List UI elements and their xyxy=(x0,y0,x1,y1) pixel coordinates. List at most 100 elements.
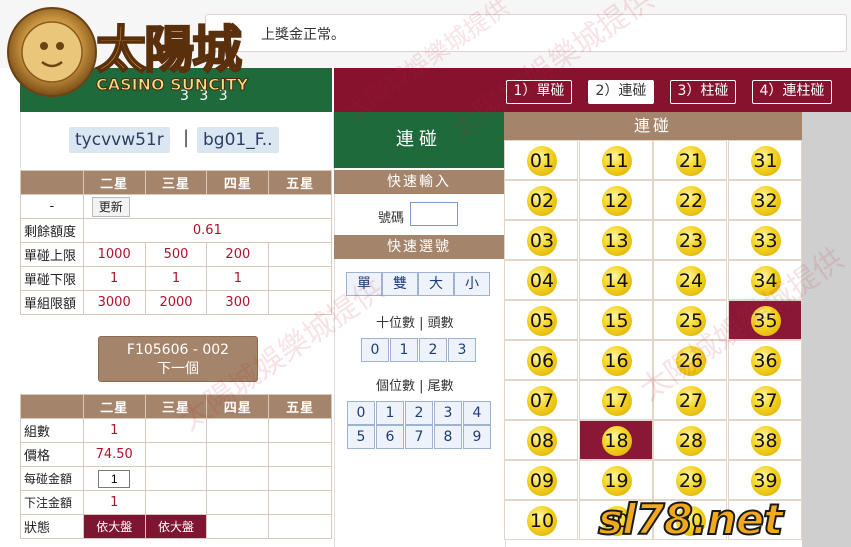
number-ball: 17 xyxy=(601,386,632,416)
next-button-label: 下一個 xyxy=(157,361,199,377)
tens-button-3[interactable]: 3 xyxy=(448,338,476,362)
units-button-4[interactable]: 4 xyxy=(463,401,491,425)
tab-connected-column[interactable]: 4）連柱碰 xyxy=(752,80,832,104)
number-cell[interactable]: 01 xyxy=(504,140,578,180)
number-cell[interactable]: 35 xyxy=(727,300,802,340)
number-grid: 01 02 03 04 05 06 07 08 09 10 11 12 13 14 15 16 17 18 19 20… xyxy=(504,140,802,547)
number-cell[interactable]: 28 xyxy=(653,420,727,460)
cell: 3000 xyxy=(82,290,146,315)
table-row: 單碰上限 1000 500 200 xyxy=(20,242,332,267)
number-cell[interactable]: 05 xyxy=(504,300,578,340)
number-cell[interactable]: 13 xyxy=(578,220,653,260)
number-ball: 01 xyxy=(527,146,557,176)
number-ball: 16 xyxy=(601,346,632,376)
units-button-2[interactable]: 2 xyxy=(405,401,433,425)
number-ball: 05 xyxy=(527,306,557,336)
next-button[interactable]: F105606 - 002 下一個 xyxy=(98,336,258,382)
col-two-star: 二星 xyxy=(82,170,146,195)
number-cell[interactable]: 16 xyxy=(578,340,653,380)
number-cell[interactable]: 29 xyxy=(653,460,727,500)
number-cell[interactable]: 09 xyxy=(504,460,578,500)
number-cell[interactable]: 37 xyxy=(727,380,802,420)
units-button-7[interactable]: 7 xyxy=(405,425,433,449)
logo-text-en: CASINO SUNCITY xyxy=(95,75,249,95)
col-three-star: 三星 xyxy=(144,394,208,419)
limits-table: 二星 三星 四星 五星 - 更新 剩餘額度 0.61 單碰上限 1000 500… xyxy=(20,170,333,315)
number-cell[interactable]: 07 xyxy=(504,380,578,420)
status-badge: 依大盤 xyxy=(144,514,208,539)
quick-select-bar: 快速選號 xyxy=(334,235,504,259)
number-cell[interactable]: 08 xyxy=(504,420,578,460)
number-cell[interactable]: 31 xyxy=(727,140,802,180)
refresh-button[interactable]: 更新 xyxy=(91,196,130,217)
number-cell[interactable]: 23 xyxy=(653,220,727,260)
units-button-8[interactable]: 8 xyxy=(434,425,462,449)
number-cell[interactable]: 32 xyxy=(727,180,802,220)
big-button[interactable]: 大 xyxy=(418,272,454,296)
number-cell[interactable]: 14 xyxy=(578,260,653,300)
price-value: 74.50 xyxy=(82,442,146,467)
number-cell[interactable]: 36 xyxy=(727,340,802,380)
play-type-header: 1）單碰 2）連碰 3）柱碰 4）連柱碰 xyxy=(334,68,851,112)
number-cell[interactable]: 04 xyxy=(504,260,578,300)
cell: 2000 xyxy=(144,290,208,315)
number-cell[interactable]: 22 xyxy=(653,180,727,220)
units-button-9[interactable]: 9 xyxy=(463,425,491,449)
number-cell[interactable]: 15 xyxy=(578,300,653,340)
number-cell[interactable]: 02 xyxy=(504,180,578,220)
small-button[interactable]: 小 xyxy=(454,272,490,296)
units-button-6[interactable]: 6 xyxy=(376,425,404,449)
cell: 500 xyxy=(144,242,208,267)
number-ball: 23 xyxy=(676,226,706,256)
number-cell[interactable]: 38 xyxy=(727,420,802,460)
number-cell[interactable]: 26 xyxy=(653,340,727,380)
number-ball: 02 xyxy=(527,186,557,216)
units-button-1[interactable]: 1 xyxy=(376,401,404,425)
number-ball: 25 xyxy=(676,306,706,336)
number-ball: 34 xyxy=(750,266,781,296)
total-value: 1 xyxy=(82,490,146,515)
number-ball: 22 xyxy=(676,186,706,216)
bet-table: 二星 三星 四星 五星 組數 1 價格 74.50 每碰金額 下注金額 1 狀態… xyxy=(20,394,332,539)
number-cell[interactable]: 27 xyxy=(653,380,727,420)
odd-button[interactable]: 單 xyxy=(346,272,382,296)
number-ball: 21 xyxy=(676,146,706,176)
number-cell[interactable]: 24 xyxy=(653,260,727,300)
number-ball: 31 xyxy=(750,146,781,176)
number-cell[interactable]: 33 xyxy=(727,220,802,260)
number-cell[interactable]: 39 xyxy=(727,460,802,500)
cell: 1 xyxy=(82,266,146,291)
tab-single[interactable]: 1）單碰 xyxy=(506,80,572,104)
cell xyxy=(268,242,332,267)
tab-column[interactable]: 3）柱碰 xyxy=(670,80,736,104)
number-cell[interactable]: 10 xyxy=(504,500,578,540)
tab-connected[interactable]: 2）連碰 xyxy=(588,80,654,104)
refresh-row-label: - xyxy=(20,194,84,219)
number-cell[interactable]: 12 xyxy=(578,180,653,220)
balance-row: 剩餘額度 0.61 xyxy=(20,218,333,243)
number-ball: 08 xyxy=(527,426,557,456)
number-input[interactable] xyxy=(410,202,458,226)
tens-label: 十位數 | 頭數 xyxy=(376,316,454,331)
number-cell[interactable]: 03 xyxy=(504,220,578,260)
units-button-0[interactable]: 0 xyxy=(347,401,375,425)
tens-button-1[interactable]: 1 xyxy=(390,338,418,362)
number-cell[interactable]: 19 xyxy=(578,460,653,500)
number-ball: 24 xyxy=(676,266,706,296)
bet-header-row: 二星 三星 四星 五星 xyxy=(20,394,332,419)
per-bet-amount-input[interactable] xyxy=(98,469,131,488)
number-cell[interactable]: 06 xyxy=(504,340,578,380)
number-cell[interactable]: 25 xyxy=(653,300,727,340)
number-cell[interactable]: 11 xyxy=(578,140,653,180)
number-cell[interactable]: 34 xyxy=(727,260,802,300)
units-button-5[interactable]: 5 xyxy=(347,425,375,449)
game-id: bg01_F.. xyxy=(197,127,279,153)
tens-button-0[interactable]: 0 xyxy=(361,338,389,362)
announcement-marquee: 上獎金正常。 xyxy=(205,14,847,52)
even-button[interactable]: 雙 xyxy=(382,272,418,296)
tens-button-2[interactable]: 2 xyxy=(419,338,447,362)
number-cell[interactable]: 18 xyxy=(578,420,653,460)
number-cell[interactable]: 21 xyxy=(653,140,727,180)
units-button-3[interactable]: 3 xyxy=(434,401,462,425)
number-cell[interactable]: 17 xyxy=(578,380,653,420)
